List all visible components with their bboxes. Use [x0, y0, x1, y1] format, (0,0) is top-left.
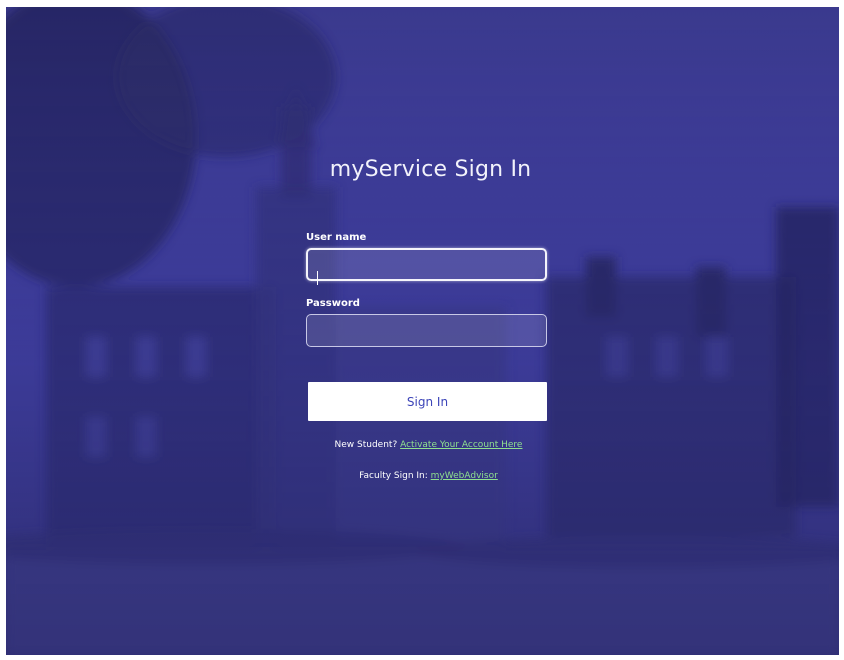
signin-panel: myService Sign In User name Password Sig…: [306, 157, 551, 481]
username-group: User name: [306, 232, 551, 285]
username-label: User name: [306, 232, 367, 243]
signin-button[interactable]: Sign In: [308, 382, 547, 421]
new-student-text: New Student?: [334, 440, 401, 450]
new-student-line: New Student? Activate Your Account Here: [276, 440, 581, 450]
faculty-text: Faculty Sign In:: [359, 471, 431, 481]
text-cursor: [317, 271, 318, 285]
login-page: myService Sign In User name Password Sig…: [6, 7, 839, 655]
username-input[interactable]: [306, 248, 547, 281]
mywebadvisor-link[interactable]: myWebAdvisor: [431, 471, 498, 481]
activate-account-link[interactable]: Activate Your Account Here: [400, 440, 522, 450]
password-group: Password: [306, 298, 551, 347]
faculty-line: Faculty Sign In: myWebAdvisor: [276, 471, 581, 481]
password-label: Password: [306, 298, 360, 309]
page-title: myService Sign In: [329, 157, 532, 182]
password-input[interactable]: [306, 314, 547, 347]
